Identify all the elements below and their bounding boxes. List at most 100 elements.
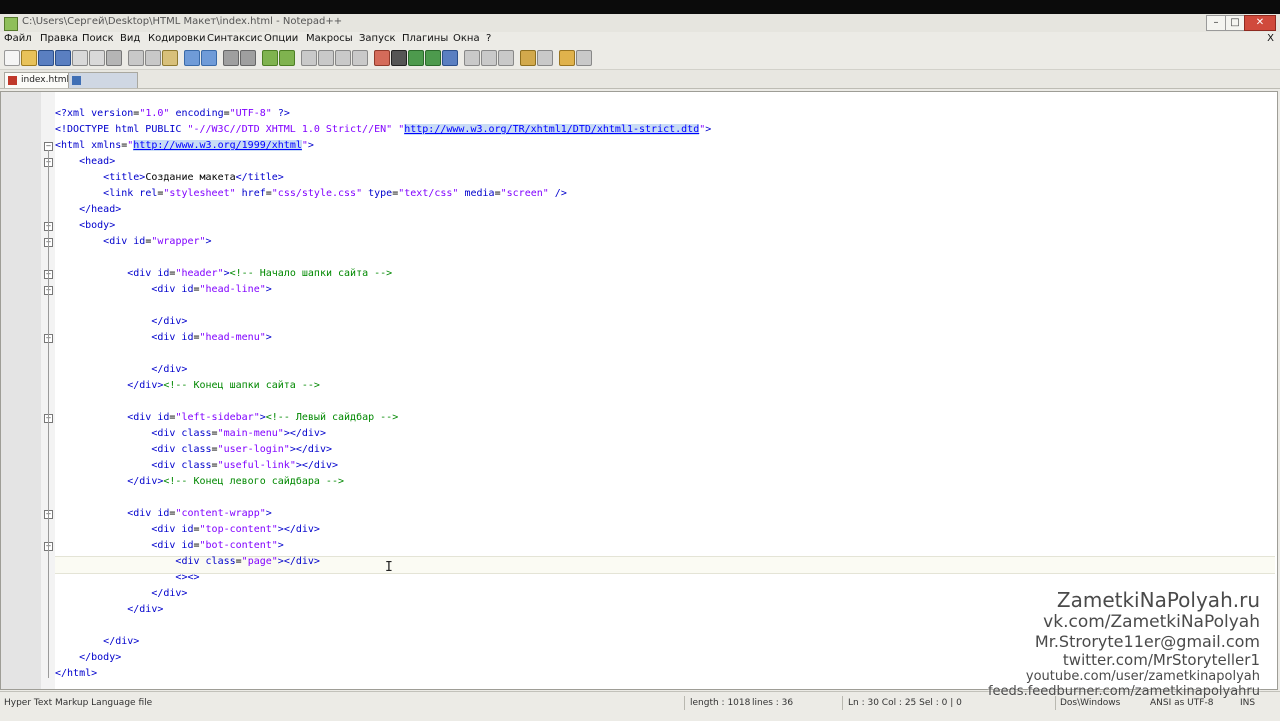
redo-icon[interactable] [201, 50, 217, 66]
code-line[interactable]: </div><!-- Конец левого сайдбара --> [55, 474, 344, 490]
code-line[interactable]: <link rel="stylesheet" href="css/style.c… [55, 186, 567, 202]
status-length: length : 1018 [690, 698, 751, 708]
code-line[interactable]: <div class="useful-link"></div> [55, 458, 338, 474]
code-line[interactable]: <div id="bot-content"> [55, 538, 284, 554]
code-line[interactable]: <div class="main-menu"></div> [55, 426, 326, 442]
watermark-twitter: twitter.com/MrStoryteller1 [1062, 651, 1260, 669]
code-line[interactable]: <title>Создание макета</title> [55, 170, 284, 186]
toolbar-dropdown-icon[interactable] [576, 50, 592, 66]
play-macro-icon[interactable] [408, 50, 424, 66]
toolbar [0, 47, 1280, 70]
code-line[interactable]: </div> [55, 314, 187, 330]
status-eol: Dos\Windows [1060, 698, 1121, 708]
notepadpp-window: C:\Users\Сергей\Desktop\HTML Макет\index… [0, 14, 1280, 721]
folder-workspace-icon[interactable] [498, 50, 514, 66]
code-line[interactable]: <?xml version="1.0" encoding="UTF-8" ?> [55, 106, 290, 122]
close-icon[interactable]: ✕ [1244, 15, 1276, 31]
window-title: C:\Users\Сергей\Desktop\HTML Макет\index… [22, 16, 343, 27]
menu-file[interactable]: Файл [4, 33, 32, 44]
save-icon[interactable] [38, 50, 54, 66]
print-icon[interactable] [106, 50, 122, 66]
menu-plugins[interactable]: Плагины [402, 33, 448, 44]
code-line[interactable]: </div> [55, 362, 187, 378]
tab-second[interactable] [68, 72, 138, 88]
maximize-icon[interactable]: □ [1225, 15, 1245, 31]
minimize-icon[interactable]: – [1206, 15, 1226, 31]
function-list-icon[interactable] [481, 50, 497, 66]
code-line[interactable]: </div> [55, 586, 187, 602]
code-line[interactable]: <div class="user-login"></div> [55, 442, 332, 458]
watermark-vk: vk.com/ZametkiNaPolyah [1043, 612, 1260, 632]
record-macro-icon[interactable] [374, 50, 390, 66]
new-file-icon[interactable] [4, 50, 20, 66]
menu-run[interactable]: Запуск [359, 33, 396, 44]
menu-encoding[interactable]: Кодировки [148, 33, 206, 44]
code-line[interactable]: <div id="content-wrapp"> [55, 506, 272, 522]
save-all-icon[interactable] [55, 50, 71, 66]
close-all-icon[interactable] [89, 50, 105, 66]
code-line[interactable]: </div><!-- Конец шапки сайта --> [55, 378, 320, 394]
find-icon[interactable] [223, 50, 239, 66]
code-line[interactable]: </div> [55, 634, 139, 650]
tab-index-html[interactable]: index.html [4, 72, 74, 88]
menu-syntax[interactable]: Синтаксис [207, 33, 263, 44]
code-line[interactable]: <html xmlns="http://www.w3.org/1999/xhtm… [55, 138, 314, 154]
code-line[interactable]: <div id="left-sidebar"><!-- Левый сайдба… [55, 410, 398, 426]
menu-search[interactable]: Поиск [82, 33, 114, 44]
watermark-site: ZametkiNaPolyah.ru [1056, 588, 1260, 612]
menu-view[interactable]: Вид [120, 33, 140, 44]
watermark-youtube: youtube.com/user/zametkinapolyah [1025, 669, 1260, 684]
code-line[interactable]: <head> [55, 154, 115, 170]
code-line[interactable]: </html> [55, 666, 97, 682]
menu-close-icon[interactable]: X [1267, 33, 1274, 44]
close-file-icon[interactable] [72, 50, 88, 66]
code-line[interactable]: <><> [55, 570, 199, 586]
sync-scroll-icon[interactable] [301, 50, 317, 66]
code-line[interactable]: </body> [55, 650, 121, 666]
menu-options[interactable]: Опции [264, 33, 298, 44]
code-line[interactable]: <div id="header"><!-- Начало шапки сайта… [55, 266, 392, 282]
indent-guide-icon[interactable] [352, 50, 368, 66]
text-cursor-icon: I [385, 560, 393, 575]
code-line[interactable]: <body> [55, 218, 115, 234]
all-chars-icon[interactable] [335, 50, 351, 66]
code-line[interactable]: </head> [55, 202, 121, 218]
doc-map-icon[interactable] [464, 50, 480, 66]
zoom-out-icon[interactable] [279, 50, 295, 66]
stop-macro-icon[interactable] [391, 50, 407, 66]
open-file-icon[interactable] [21, 50, 37, 66]
tab-label: index.html [21, 75, 69, 85]
zoom-in-icon[interactable] [262, 50, 278, 66]
code-line[interactable]: <div id="top-content"></div> [55, 522, 320, 538]
copy-icon[interactable] [145, 50, 161, 66]
status-file-type: Hyper Text Markup Language file [4, 698, 153, 708]
title-bar: C:\Users\Сергей\Desktop\HTML Макет\index… [0, 14, 1280, 33]
status-mode: INS [1240, 698, 1256, 708]
code-line[interactable]: <div id="wrapper"> [55, 234, 211, 250]
watermark-email: Mr.Stroryte11er@gmail.com [1034, 632, 1260, 651]
code-line[interactable]: <!DOCTYPE html PUBLIC "-//W3C//DTD XHTML… [55, 122, 711, 138]
paste-icon[interactable] [162, 50, 178, 66]
cut-icon[interactable] [128, 50, 144, 66]
menu-windows[interactable]: Окна [453, 33, 480, 44]
undo-icon[interactable] [184, 50, 200, 66]
plugin-icon[interactable] [559, 50, 575, 66]
menu-help[interactable]: ? [486, 33, 491, 44]
code-line[interactable]: </div> [55, 602, 163, 618]
watermark-feeds: feeds.feedburner.com/zametkinapolyahru [987, 684, 1260, 699]
code-line[interactable]: <div class="page"></div> [55, 554, 320, 570]
monitoring-icon[interactable] [520, 50, 536, 66]
channel-watermark: ZametkiNaPolyah.ru vk.com/ZametkiNaPolya… [988, 588, 1260, 699]
word-wrap-icon[interactable] [318, 50, 334, 66]
status-lines: lines : 36 [752, 698, 794, 708]
menu-edit[interactable]: Правка [40, 33, 78, 44]
code-line[interactable]: <div id="head-menu"> [55, 330, 271, 346]
code-line[interactable]: <div id="head-line"> [55, 282, 271, 298]
replace-icon[interactable] [240, 50, 256, 66]
menu-macros[interactable]: Макросы [306, 33, 353, 44]
line-number-gutter [1, 92, 42, 689]
play-multiple-icon[interactable] [425, 50, 441, 66]
spellcheck-icon[interactable] [537, 50, 553, 66]
status-encoding: ANSI as UTF-8 [1150, 698, 1214, 708]
save-macro-icon[interactable] [442, 50, 458, 66]
